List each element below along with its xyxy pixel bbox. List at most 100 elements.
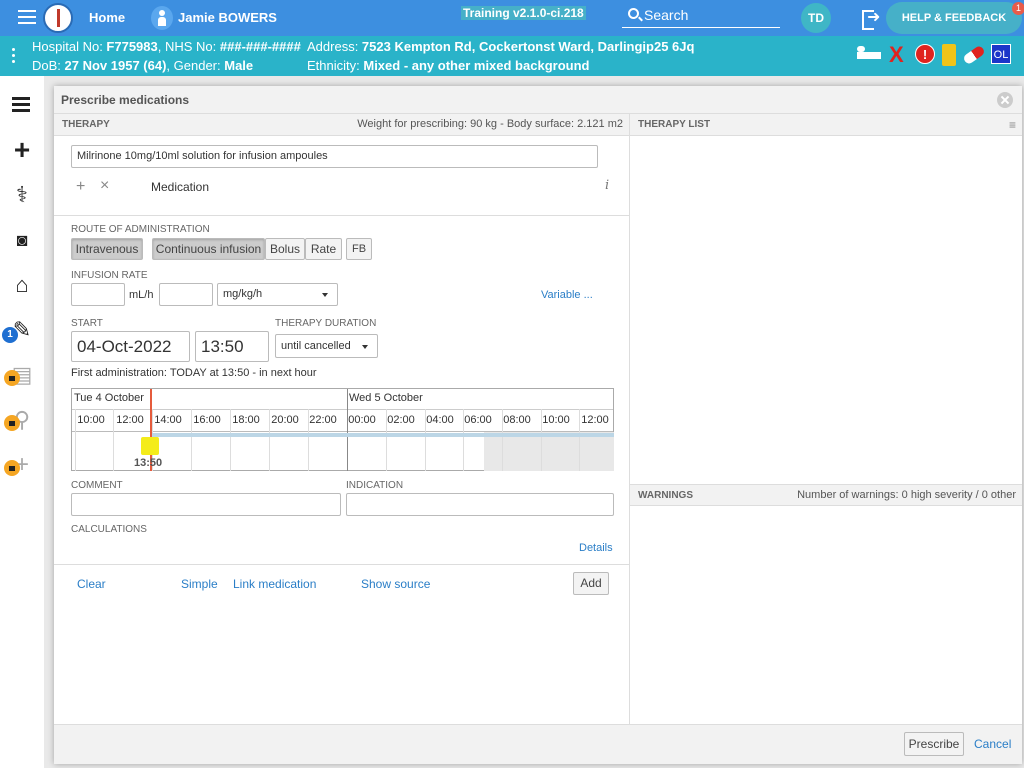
close-icon[interactable]	[997, 92, 1013, 108]
add-button[interactable]: Add	[573, 572, 609, 595]
gender-value: Male	[224, 58, 254, 73]
therapy-duration-value: until cancelled	[281, 340, 351, 352]
administration-timeline[interactable]: Tue 4 October Wed 5 October 10:00 12:00 …	[71, 388, 614, 471]
therapy-duration-select[interactable]: until cancelled	[275, 334, 378, 358]
chevron-down-icon	[322, 293, 328, 297]
patient-person-icon	[151, 6, 173, 30]
calculations-label: CALCULATIONS	[71, 524, 147, 535]
app-logo-icon[interactable]	[43, 3, 73, 33]
hospital-no-value: F775983	[106, 39, 158, 54]
administration-marker[interactable]	[141, 437, 159, 455]
left-sidebar: + ⚕ ◙ ⌂ ✎ 1 ▤ ⚲ +	[0, 76, 44, 768]
comment-input[interactable]	[71, 493, 341, 516]
nhs-no-value: ###-###-####	[219, 39, 301, 54]
medication-label: Medication	[151, 180, 210, 194]
timeline-hour: 04:00	[426, 414, 454, 426]
bed-icon[interactable]	[855, 44, 883, 66]
cancel-link[interactable]: Cancel	[974, 737, 1011, 751]
kebab-menu-icon[interactable]	[12, 48, 16, 66]
timeline-divider	[72, 431, 613, 432]
timeline-hour: 02:00	[387, 414, 415, 426]
infusion-rate-dose-input[interactable]	[159, 283, 213, 306]
timeline-shaded-area	[484, 432, 614, 471]
dob-line: DoB: 27 Nov 1957 (64), Gender: Male	[32, 58, 253, 73]
timeline-hour: 12:00	[116, 414, 144, 426]
list-icon[interactable]	[8, 91, 36, 119]
address-value: 7523 Kempton Rd, Cockertonst Ward, Darli…	[361, 39, 695, 54]
show-source-link[interactable]: Show source	[361, 577, 430, 591]
indication-label: INDICATION	[346, 480, 404, 491]
ethnicity-label: Ethnicity:	[307, 58, 364, 73]
comment-label: COMMENT	[71, 480, 123, 491]
rate-button[interactable]: Rate	[305, 238, 342, 260]
chevron-down-icon	[362, 345, 368, 349]
timeline-hour: 14:00	[154, 414, 182, 426]
ml-per-hour-unit: mL/h	[129, 289, 154, 301]
dose-unit-value: mg/kg/h	[223, 288, 263, 300]
timeline-hour: 08:00	[503, 414, 531, 426]
timeline-hour: 22:00	[309, 414, 337, 426]
plus-icon[interactable]: +	[8, 136, 36, 164]
therapy-pane: THERAPY Weight for prescribing: 90 kg - …	[54, 114, 630, 724]
bolus-button[interactable]: Bolus	[265, 238, 305, 260]
clear-link[interactable]: Clear	[77, 577, 106, 591]
remove-medication-icon[interactable]: ×	[100, 177, 109, 195]
bottle-icon[interactable]	[942, 44, 956, 66]
logout-icon[interactable]	[862, 7, 880, 30]
infusion-rate-ml-input[interactable]	[71, 283, 125, 306]
administration-marker-time: 13:50	[134, 457, 163, 469]
route-label: ROUTE OF ADMINISTRATION	[71, 224, 210, 235]
x-icon[interactable]: X	[889, 44, 909, 66]
intravenous-button[interactable]: Intravenous	[71, 238, 143, 260]
stethoscope-icon[interactable]: ⚕	[8, 181, 36, 209]
simple-link[interactable]: Simple	[181, 577, 218, 591]
help-notification-badge: 1	[1012, 2, 1024, 15]
training-version-badge: Training v2.1.0-ci.218	[461, 6, 586, 20]
timeline-day-1: Tue 4 October	[74, 392, 144, 404]
weight-info: Weight for prescribing: 90 kg - Body sur…	[357, 118, 623, 130]
divider	[54, 564, 630, 565]
menu-icon[interactable]	[18, 10, 36, 26]
medication-field[interactable]: Milrinone 10mg/10ml solution for infusio…	[71, 145, 598, 168]
infusion-bar	[150, 433, 614, 437]
details-link[interactable]: Details	[579, 542, 613, 554]
start-time-input[interactable]: 13:50	[195, 331, 269, 362]
start-date-input[interactable]: 04-Oct-2022	[71, 331, 190, 362]
continuous-infusion-button[interactable]: Continuous infusion	[152, 238, 265, 260]
timeline-hour: 10:00	[77, 414, 105, 426]
therapy-list-header: THERAPY LIST ≡	[630, 114, 1022, 136]
timeline-day-split	[347, 389, 348, 471]
home-link[interactable]: Home	[89, 10, 125, 25]
hospital-no-label: Hospital No:	[32, 39, 107, 54]
therapy-header: THERAPY Weight for prescribing: 90 kg - …	[54, 114, 629, 136]
indication-input[interactable]	[346, 493, 614, 516]
warnings-summary: Number of warnings: 0 high severity / 0 …	[797, 489, 1016, 501]
timeline-hour: 00:00	[348, 414, 376, 426]
user-avatar[interactable]: TD	[801, 3, 831, 33]
infusion-rate-label: INFUSION RATE	[71, 270, 148, 281]
ethnicity-value: Mixed - any other mixed background	[363, 58, 590, 73]
list-menu-icon[interactable]: ≡	[1009, 118, 1016, 132]
fb-button[interactable]: FB	[346, 238, 372, 260]
timeline-hour: 12:00	[581, 414, 609, 426]
address-label: Address:	[307, 39, 362, 54]
alert-icon[interactable]: !	[915, 44, 935, 64]
dose-unit-select[interactable]: mg/kg/h	[217, 283, 338, 306]
ol-icon[interactable]: OL	[991, 44, 1011, 64]
prescribe-button[interactable]: Prescribe	[904, 732, 964, 756]
search-box[interactable]: Search	[622, 4, 780, 28]
patient-banner: Hospital No: F775983, NHS No: ###-###-##…	[0, 36, 1024, 76]
therapy-header-label: THERAPY	[62, 119, 110, 130]
camera-icon[interactable]: ◙	[8, 226, 36, 254]
search-label: Search	[644, 7, 689, 23]
info-icon[interactable]: i	[605, 178, 609, 193]
pill-icon[interactable]	[962, 44, 986, 66]
link-medication-link[interactable]: Link medication	[233, 577, 316, 591]
home-icon[interactable]: ⌂	[8, 271, 36, 299]
help-feedback-button[interactable]: HELP & FEEDBACK	[886, 2, 1022, 34]
first-administration-text: First administration: TODAY at 13:50 - i…	[71, 367, 317, 379]
variable-link[interactable]: Variable ...	[541, 289, 593, 301]
add-medication-icon[interactable]: +	[76, 178, 85, 196]
dialog-title: Prescribe medications	[61, 93, 190, 107]
patient-name[interactable]: Jamie BOWERS	[178, 10, 277, 25]
